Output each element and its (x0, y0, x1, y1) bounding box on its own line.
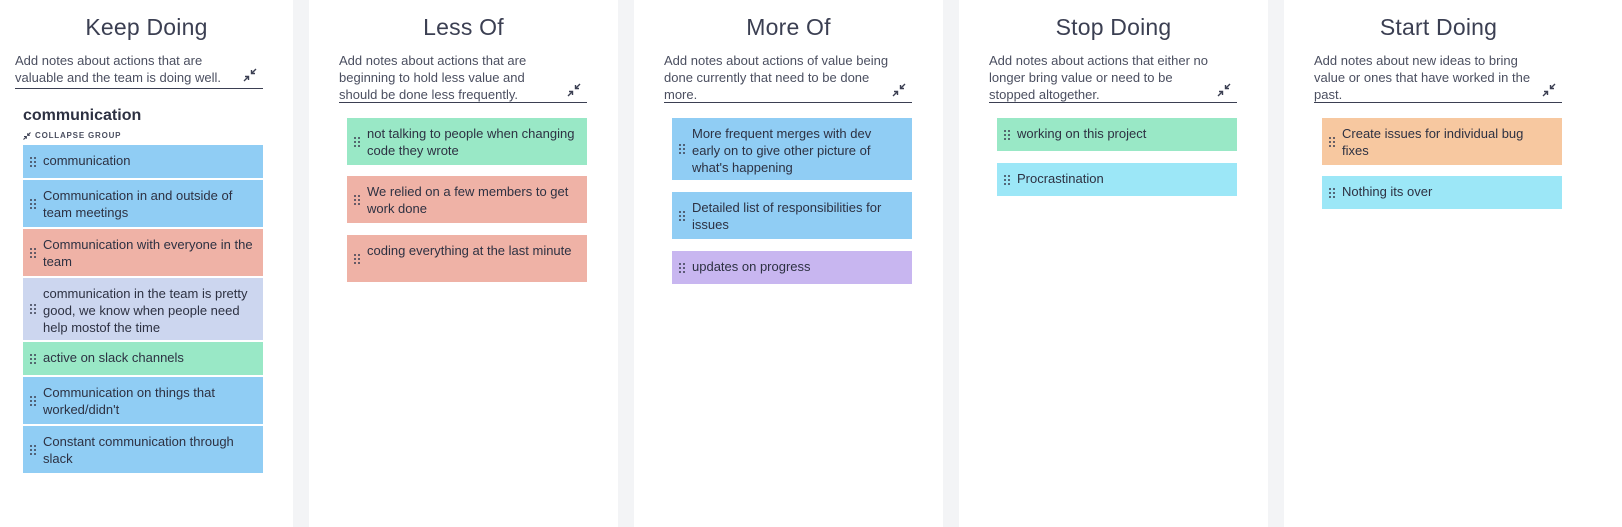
note-card[interactable]: coding everything at the last minute (347, 235, 587, 282)
column-stop-doing: Stop Doing Add notes about actions that … (959, 0, 1268, 527)
collapse-icon[interactable] (892, 83, 906, 97)
column-divider (15, 88, 263, 89)
column-gutter (618, 0, 634, 527)
column-description: Add notes about new ideas to bring value… (1314, 53, 1531, 102)
column-title: More Of (746, 14, 831, 40)
note-card[interactable]: communication (23, 145, 263, 178)
note-card[interactable]: communication in the team is pretty good… (23, 278, 263, 340)
note-card[interactable]: not talking to people when changing code… (347, 118, 587, 165)
note-text: Constant communication through slack (43, 434, 234, 466)
drag-handle-icon[interactable] (29, 444, 37, 456)
collapse-icon[interactable] (567, 83, 581, 97)
column-title: Start Doing (1379, 14, 1498, 40)
drag-handle-icon[interactable] (1003, 174, 1011, 186)
drag-handle-icon[interactable] (353, 136, 361, 148)
note-card[interactable]: updates on progress (672, 251, 912, 284)
column-title: Keep Doing (85, 14, 208, 40)
drag-handle-icon[interactable] (29, 353, 37, 365)
column-divider (664, 102, 912, 103)
column-description: Add notes about actions that either no l… (989, 53, 1208, 102)
note-card[interactable]: More frequent merges with dev early on t… (672, 118, 912, 180)
column-title: Stop Doing (1055, 14, 1172, 40)
drag-handle-icon[interactable] (353, 194, 361, 206)
collapse-group-label: COLLAPSE GROUP (35, 131, 122, 140)
column-gutter (293, 0, 309, 527)
drag-handle-icon[interactable] (678, 143, 686, 155)
collapse-icon[interactable] (1217, 83, 1231, 97)
group-title: communication (23, 107, 142, 124)
note-card[interactable]: Constant communication through slack (23, 426, 263, 473)
note-text: Nothing its over (1342, 184, 1433, 199)
note-card[interactable]: working on this project (997, 118, 1237, 151)
note-text: Procrastination (1017, 171, 1104, 186)
note-text: Create issues for individual bug fixes (1342, 126, 1524, 158)
column-description: Add notes about actions that are beginni… (339, 53, 527, 102)
note-text: More frequent merges with dev early on t… (692, 126, 872, 175)
drag-handle-icon[interactable] (1328, 136, 1336, 148)
column-start-doing: Start Doing Add notes about new ideas to… (1284, 0, 1622, 527)
drag-handle-icon[interactable] (353, 253, 361, 265)
note-text: working on this project (1017, 126, 1147, 141)
note-text: active on slack channels (43, 350, 184, 365)
note-card[interactable]: Detailed list of responsibilities for is… (672, 192, 912, 239)
column-more-of: More Of Add notes about actions of value… (634, 0, 943, 527)
column-title: Less Of (423, 14, 504, 40)
note-text: communication (43, 153, 131, 168)
note-card[interactable]: We relied on a few members to get work d… (347, 176, 587, 223)
note-text: Communication on things that worked/didn… (43, 385, 215, 417)
note-card[interactable]: Communication with everyone in the team (23, 229, 263, 276)
column-divider (989, 102, 1237, 103)
collapse-icon[interactable] (1542, 83, 1556, 97)
collapse-icon (23, 131, 31, 140)
note-card[interactable]: Procrastination (997, 163, 1237, 196)
column-gutter (943, 0, 959, 527)
drag-handle-icon[interactable] (29, 198, 37, 210)
note-card[interactable]: Communication in and outside of team mee… (23, 180, 263, 227)
column-description: Add notes about actions that are valuabl… (15, 53, 221, 85)
note-card[interactable]: active on slack channels (23, 342, 263, 375)
column-description: Add notes about actions of value being d… (664, 53, 889, 102)
drag-handle-icon[interactable] (29, 247, 37, 259)
note-text: Communication with everyone in the team (43, 237, 253, 269)
note-text: Communication in and outside of team mee… (43, 188, 233, 220)
column-less-of: Less Of Add notes about actions that are… (309, 0, 618, 527)
note-text: Detailed list of responsibilities for is… (692, 200, 882, 232)
note-text: not talking to people when changing code… (367, 126, 575, 158)
drag-handle-icon[interactable] (678, 262, 686, 274)
note-text: updates on progress (692, 259, 811, 274)
column-divider (1314, 102, 1562, 103)
column-gutter (1268, 0, 1284, 527)
note-text: We relied on a few members to get work d… (367, 184, 569, 216)
drag-handle-icon[interactable] (29, 395, 37, 407)
note-card[interactable]: Nothing its over (1322, 176, 1562, 209)
note-text: communication in the team is pretty good… (43, 286, 248, 335)
note-text: coding everything at the last minute (367, 243, 572, 258)
note-card[interactable]: Communication on things that worked/didn… (23, 377, 263, 424)
drag-handle-icon[interactable] (1003, 129, 1011, 141)
drag-handle-icon[interactable] (29, 303, 37, 315)
collapse-icon[interactable] (243, 68, 257, 82)
collapse-group-button[interactable]: COLLAPSE GROUP (23, 131, 121, 140)
column-divider (339, 102, 587, 103)
drag-handle-icon[interactable] (678, 210, 686, 222)
column-keep-doing: Keep Doing Add notes about actions that … (0, 0, 293, 527)
drag-handle-icon[interactable] (1328, 187, 1336, 199)
retro-board: Keep Doing Add notes about actions that … (0, 0, 1622, 527)
note-card[interactable]: Create issues for individual bug fixes (1322, 118, 1562, 165)
drag-handle-icon[interactable] (29, 156, 37, 168)
